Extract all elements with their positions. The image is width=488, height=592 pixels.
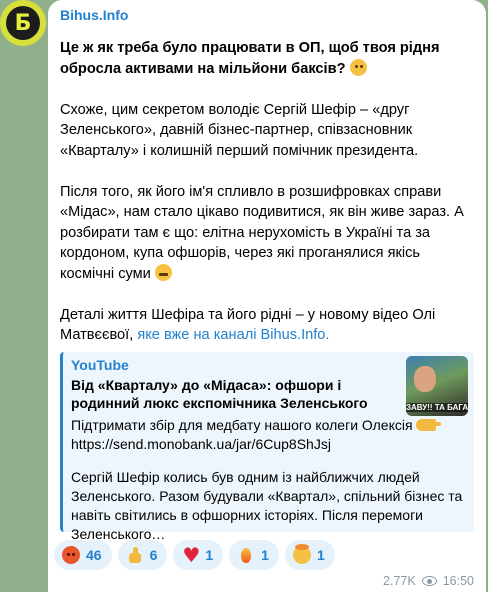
message-paragraph-1: Це ж як треба було працювати в ОП, щоб т… — [60, 38, 474, 79]
reaction-count: 1 — [261, 547, 269, 563]
donation-url[interactable]: https://send.monobank.ua/jar/6Cup8ShJsj — [71, 436, 331, 452]
message-bubble: Bihus.Info Це ж як треба було працювати … — [48, 0, 486, 592]
message-paragraph-3: Після того, як його ім'я спливло в розши… — [60, 182, 474, 285]
channel-name[interactable]: Bihus.Info — [60, 6, 474, 24]
preview-desc-paragraph-1: Підтримати збір для медбату нашого колег… — [71, 416, 466, 454]
thumbnail-caption: ЗАВУ!! ТА БАГАТ РУЗІ ПРЕЗИДЕНТ — [406, 402, 468, 412]
message-paragraph-3-text: Після того, як його ім'я спливло в розши… — [60, 183, 464, 282]
message-time: 16:50 — [442, 574, 474, 588]
message-paragraph-1-text: Це ж як треба було працювати в ОП, щоб т… — [60, 40, 440, 77]
thumbnail-person — [414, 365, 436, 392]
message-meta: 2.77K 16:50 — [383, 574, 474, 588]
reaction-count: 1 — [316, 547, 325, 563]
reaction-heart[interactable]: 1 — [173, 540, 224, 570]
message-text: Це ж як треба було працювати в ОП, щоб т… — [60, 38, 474, 346]
reaction-count: 6 — [149, 547, 158, 563]
reaction-count: 46 — [86, 547, 102, 563]
fire-icon — [237, 546, 255, 564]
reaction-thumbs-up[interactable]: 6 — [117, 540, 168, 570]
reactions-bar: 46 6 1 1 1 — [54, 540, 335, 570]
pointing-right-icon — [416, 418, 442, 431]
preview-desc-1-text: Підтримати збір для медбату нашого колег… — [71, 416, 413, 433]
preview-title: Від «Кварталу» до «Мідаса»: офшори і род… — [71, 376, 368, 411]
reaction-count: 1 — [205, 547, 214, 563]
preview-description: Підтримати збір для медбату нашого колег… — [71, 416, 466, 544]
thumbs-up-icon — [126, 546, 144, 564]
view-count: 2.77K — [383, 574, 416, 588]
thinking-face-icon — [349, 58, 367, 76]
grimacing-face-icon — [154, 263, 172, 281]
message-paragraph-4: Деталі життя Шефіра та його рідні – у но… — [60, 305, 474, 346]
reaction-angry[interactable]: 46 — [54, 540, 112, 570]
heart-icon — [181, 543, 200, 567]
preview-thumbnail[interactable]: ЗАВУ!! ТА БАГАТ РУЗІ ПРЕЗИДЕНТ — [406, 355, 468, 416]
message-paragraph-2: Схоже, цим секретом володіє Сергій Шефір… — [60, 101, 419, 159]
channel-link[interactable]: яке вже на каналі Bihus.Info. — [137, 327, 329, 343]
channel-avatar-letter: Б — [6, 6, 40, 40]
reaction-fire[interactable]: 1 — [229, 540, 279, 570]
exploding-head-icon — [292, 544, 311, 564]
preview-desc-paragraph-2: Сергій Шефір колись був одним із найближ… — [71, 468, 463, 542]
reaction-exploding-head[interactable]: 1 — [284, 540, 335, 570]
angry-face-icon — [62, 546, 80, 564]
link-preview[interactable]: YouTube Від «Кварталу» до «Мідаса»: офшо… — [60, 351, 474, 542]
channel-avatar[interactable]: Б — [0, 0, 46, 46]
eye-icon — [421, 576, 437, 586]
